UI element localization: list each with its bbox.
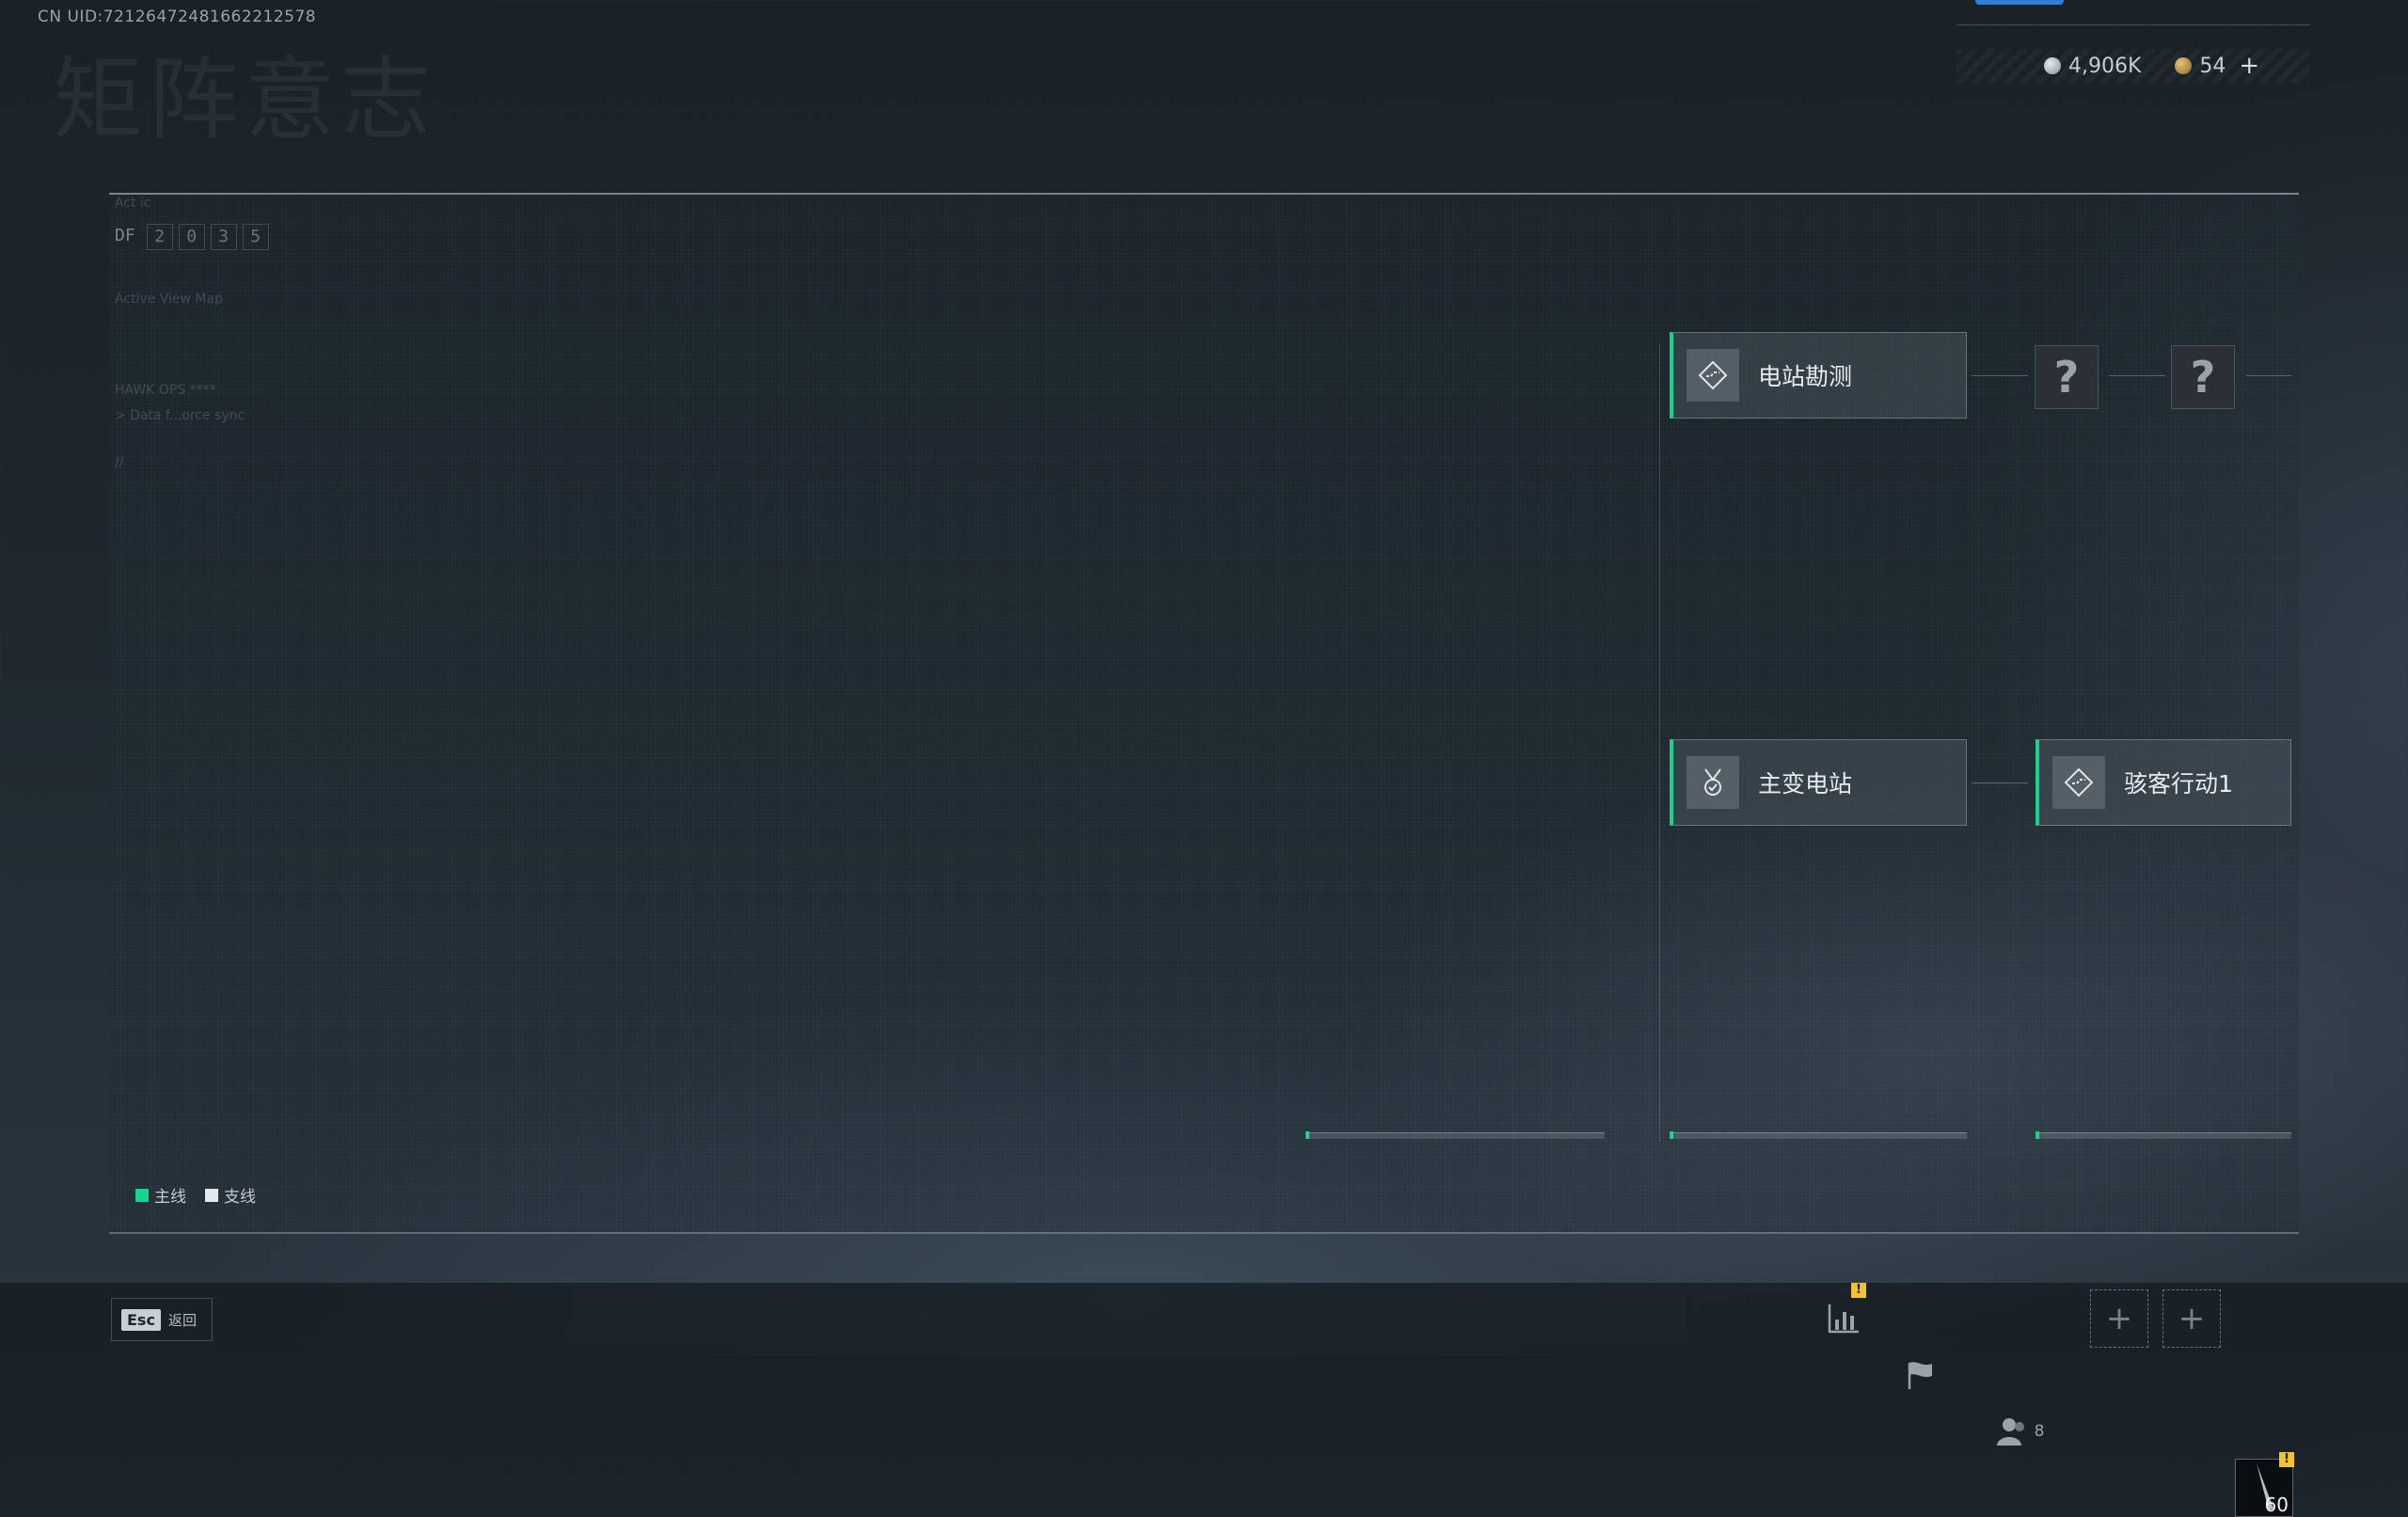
currency-bar: 4,906K 54 +	[1956, 49, 2309, 83]
progress-marker	[2036, 1131, 2039, 1139]
op-code-digit: 3	[210, 224, 237, 250]
legend-main-label: 主线	[154, 1188, 186, 1207]
stats-button[interactable]: !	[1815, 1283, 1872, 1347]
op-code-digit: 2	[146, 224, 173, 250]
column-progress-bar	[1670, 1131, 1967, 1139]
mission-node-station-survey[interactable]: 电站勘测	[1670, 332, 1967, 419]
node-connector	[1972, 375, 2028, 376]
mission-node-label: 主变电站	[1758, 770, 1853, 798]
faint-text-line: //	[115, 455, 124, 470]
gold-coin-icon	[2175, 57, 2193, 74]
weapon-count: 60	[2264, 1493, 2289, 1516]
faint-text-line: Active View Map	[115, 292, 223, 307]
silver-currency: 4,906K	[2044, 55, 2141, 78]
unknown-mission-node[interactable]: ?	[2035, 345, 2099, 409]
node-connector	[1972, 782, 2028, 783]
node-connector	[2109, 375, 2165, 376]
users-icon	[1996, 1418, 2024, 1446]
side-line-swatch	[205, 1188, 218, 1202]
add-currency-button[interactable]: +	[2239, 52, 2259, 80]
esc-key: Esc	[121, 1308, 161, 1331]
branch-line	[1659, 344, 1660, 1142]
mission-map-panel	[109, 193, 2299, 1234]
node-connector	[2246, 375, 2291, 376]
mission-node-hacker-op[interactable]: 骇客行动1	[2036, 739, 2291, 826]
flag-icon	[1908, 1362, 1932, 1389]
column-progress-bar	[1306, 1131, 1605, 1139]
diamond-route-icon	[2052, 756, 2105, 809]
faint-text-line: HAWK OPS ****	[115, 383, 216, 398]
bar-chart-icon	[1828, 1304, 1859, 1334]
progress-marker	[1306, 1131, 1309, 1139]
weapon-slot[interactable]: 60 !	[2235, 1452, 2294, 1517]
gold-currency: 54 +	[2175, 52, 2259, 80]
top-divider	[1956, 24, 2310, 25]
medal-icon	[1687, 756, 1739, 809]
friends-count: 8	[2034, 1422, 2045, 1441]
esc-back-button[interactable]: Esc 返回	[111, 1298, 213, 1341]
gold-currency-value: 54	[2199, 54, 2226, 78]
op-code: DF 2 0 3 5	[115, 224, 269, 250]
silver-coin-icon	[2044, 57, 2061, 74]
faint-text-line: > Data f...orce sync	[115, 408, 246, 423]
progress-marker	[1670, 1131, 1673, 1139]
background-title: 矩阵意志	[53, 47, 436, 152]
legend-main: 主线	[135, 1183, 186, 1207]
op-code-digit: 5	[242, 224, 269, 250]
diamond-route-icon	[1687, 349, 1739, 402]
empty-slot-button[interactable]: +	[2162, 1289, 2221, 1348]
legend: 主线 支线	[135, 1183, 256, 1207]
mission-node-main-substation[interactable]: 主变电站	[1670, 739, 1967, 826]
top-accent-tab[interactable]	[1975, 0, 2064, 5]
empty-slot-button[interactable]: +	[2090, 1289, 2148, 1348]
warning-badge: !	[1851, 1283, 1866, 1298]
silver-currency-value: 4,906K	[2068, 54, 2142, 78]
op-code-label: DF	[115, 226, 135, 245]
bottom-bar	[0, 1283, 2408, 1354]
op-code-digit: 0	[178, 224, 205, 250]
mission-node-label: 骇客行动1	[2124, 770, 2233, 798]
legend-side: 支线	[205, 1183, 256, 1207]
main-line-swatch	[135, 1188, 149, 1202]
legend-side-label: 支线	[224, 1188, 256, 1207]
friends-button[interactable]: 8	[1988, 1403, 2051, 1460]
back-label: 返回	[167, 1311, 197, 1329]
warning-badge: !	[2279, 1452, 2294, 1467]
unknown-mission-node[interactable]: ?	[2171, 345, 2235, 409]
faint-header-text: Act ic	[115, 196, 151, 211]
player-uid: CN UID:72126472481662212578	[38, 8, 317, 26]
mission-node-label: 电站勘测	[1758, 363, 1853, 390]
missions-button[interactable]	[1893, 1347, 1949, 1403]
column-progress-bar	[2036, 1131, 2291, 1139]
